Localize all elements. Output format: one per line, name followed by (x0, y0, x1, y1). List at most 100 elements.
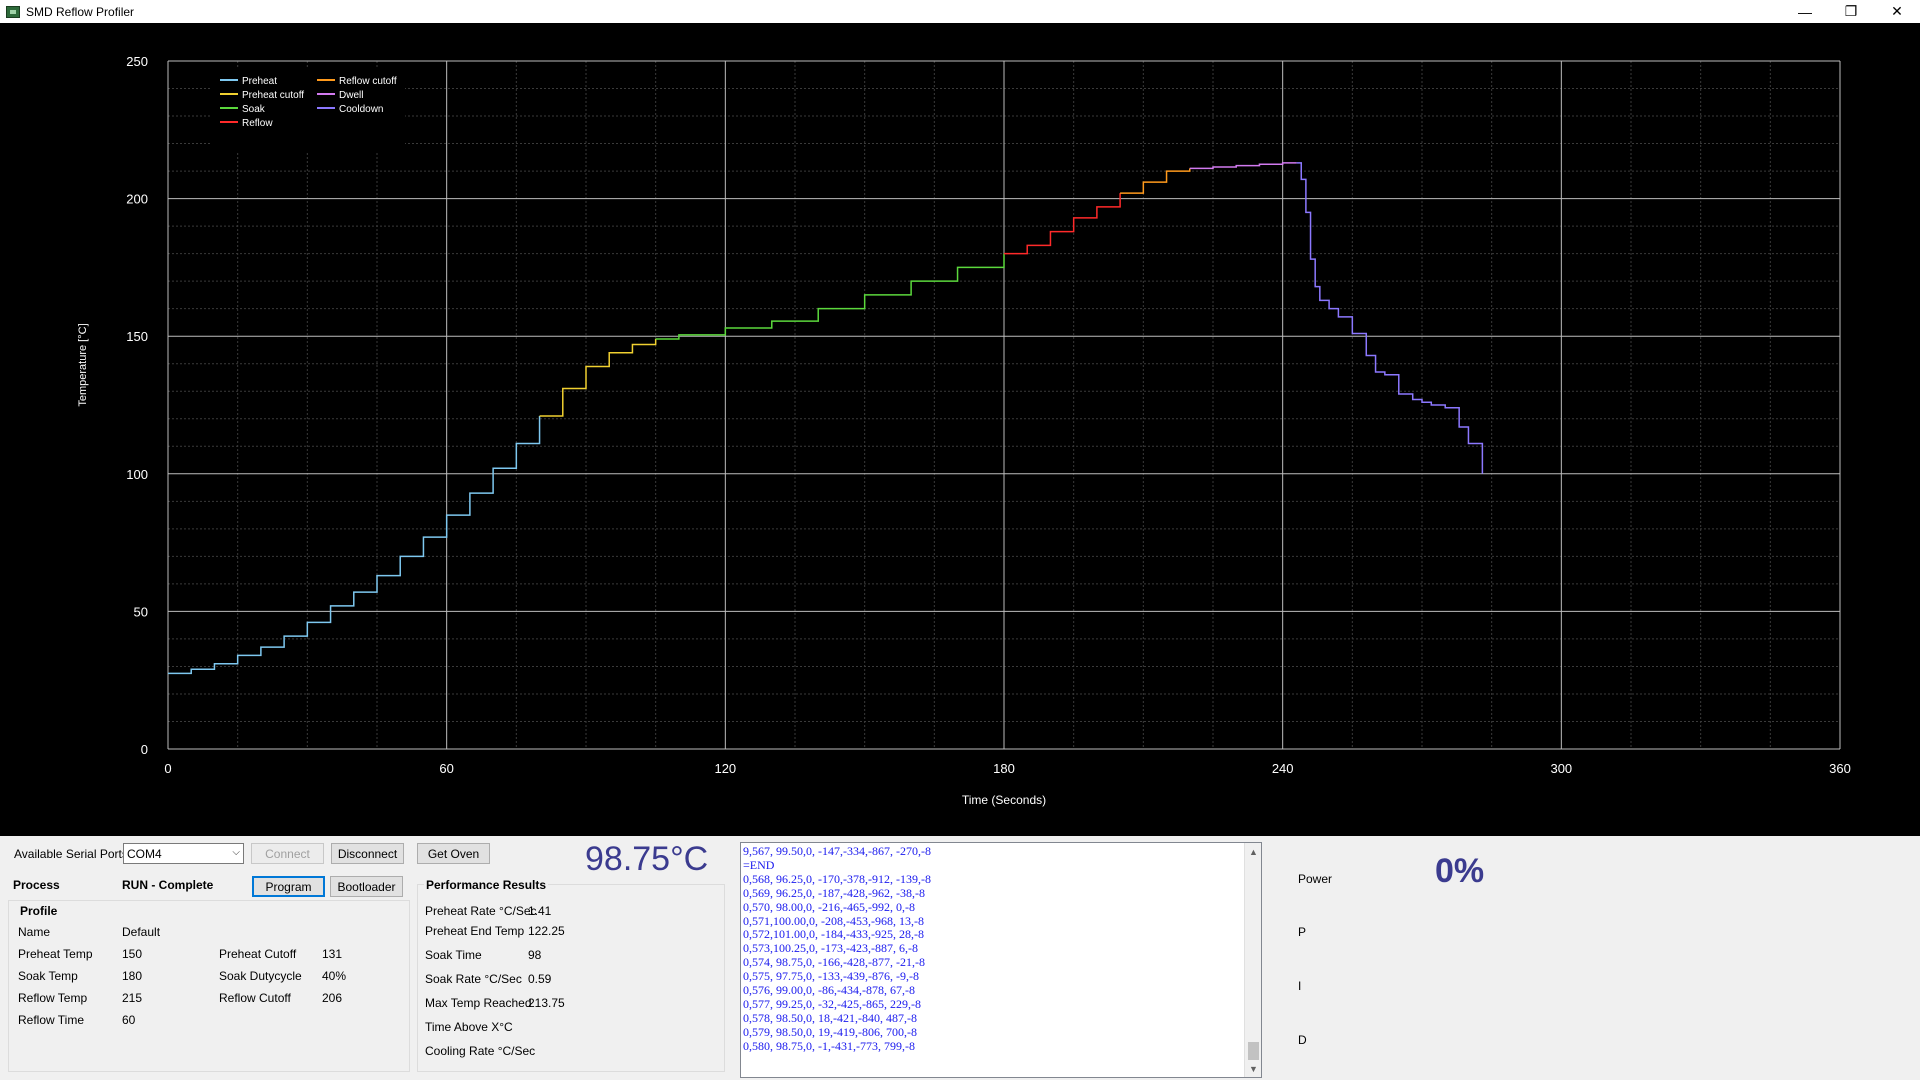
max-temp-label: Max Temp Reached (425, 996, 532, 1010)
reflow-temp-label: Reflow Temp (18, 991, 88, 1005)
series-line (1189, 162, 1297, 170)
log-line: =END (743, 857, 775, 872)
p-label: P (1298, 925, 1307, 939)
legend-label: Dwell (339, 90, 363, 101)
connect-button[interactable]: Connect (251, 843, 324, 864)
x-tick-label: 360 (1829, 761, 1851, 776)
process-label: Process (13, 878, 60, 892)
current-temperature: 98.75°C (585, 840, 709, 878)
bootloader-button[interactable]: Bootloader (330, 876, 403, 897)
series-line (1120, 168, 1191, 194)
legend-label: Reflow cutoff (339, 76, 397, 87)
serial-log[interactable]: 9,567, 99.50,0, -147,-334,-867, -270,-8 =… (740, 842, 1262, 1078)
soak-duty-label: Soak Dutycycle (219, 969, 302, 983)
legend-label: Preheat (242, 76, 277, 87)
reflow-temp-value: 215 (122, 991, 143, 1005)
chart-svg: 0 60 120 180 240 300 360 0 50 100 150 200 250 Time (S… (77, 54, 1851, 807)
reflow-time-label: Reflow Time (18, 1013, 85, 1027)
x-axis-label: Time (Seconds) (962, 793, 1046, 807)
process-status: RUN - Complete (122, 878, 214, 892)
maximize-button[interactable]: ❐ (1828, 0, 1874, 23)
x-tick-label: 180 (993, 761, 1015, 776)
get-oven-button[interactable]: Get Oven (417, 843, 490, 864)
x-tick-label: 60 (439, 761, 453, 776)
y-tick-label: 0 (141, 742, 148, 757)
y-tick-label: 50 (134, 604, 148, 619)
power-value: 0% (1435, 852, 1485, 890)
y-tick-label: 100 (126, 467, 148, 482)
log-lines: 9,567, 99.50,0, -147,-334,-867, -270,-8 =… (743, 844, 931, 1054)
log-line: 0,576, 99.00,0, -86,-434,-878, 67,-8 (743, 983, 915, 998)
reflow-cutoff-label: Reflow Cutoff (219, 991, 291, 1005)
close-button[interactable]: ✕ (1874, 0, 1920, 23)
serial-port-select[interactable]: COM4 ⌵ (123, 843, 244, 864)
legend-label: Cooldown (339, 104, 383, 115)
pid-panel: Power 0% P I D (1262, 836, 1920, 1080)
profile-name-value: Default (122, 925, 161, 939)
max-temp-value: 213.75 (528, 996, 565, 1010)
soak-temp-value: 180 (122, 969, 143, 983)
program-button[interactable]: Program (252, 876, 325, 897)
minimize-button[interactable]: — (1782, 0, 1828, 23)
legend-label: Preheat cutoff (242, 90, 304, 101)
reflow-cutoff-value: 206 (322, 991, 343, 1005)
soak-rate-label: Soak Rate °C/Sec (425, 972, 522, 986)
log-line: 0,571,100.00,0, -208,-453,-968, 13,-8 (743, 913, 924, 928)
i-label: I (1298, 979, 1302, 993)
preheat-cutoff-label: Preheat Cutoff (219, 947, 297, 961)
log-line: 9,567, 99.50,0, -147,-334,-867, -270,-8 (743, 844, 931, 858)
window-controls: — ❐ ✕ (1782, 0, 1920, 23)
performance-title: Performance Results (424, 878, 549, 892)
preheat-temp-value: 150 (122, 947, 143, 961)
serial-ports-label: Available Serial Ports (14, 847, 128, 861)
log-line: 0,569, 96.25,0, -187,-428,-962, -38,-8 (743, 885, 925, 900)
log-line: 0,579, 98.50,0, 19,-419,-806, 700,-8 (743, 1024, 917, 1039)
profile-title: Profile (18, 904, 60, 918)
soak-rate-value: 0.59 (528, 972, 552, 986)
x-tick-label: 0 (164, 761, 171, 776)
preheat-temp-label: Preheat Temp (18, 947, 93, 961)
log-scrollbar[interactable]: ▲ ▼ (1244, 843, 1261, 1077)
log-line: 0,568, 96.25,0, -170,-378,-912, -139,-8 (743, 871, 931, 886)
window-title: SMD Reflow Profiler (26, 4, 135, 19)
soak-duty-value: 40% (322, 969, 347, 983)
preheat-rate-label: Preheat Rate °C/Sec (425, 904, 537, 918)
x-tick-label: 120 (714, 761, 736, 776)
reflow-time-value: 60 (122, 1013, 136, 1027)
log-line: 0,578, 98.50,0, 18,-421,-840, 487,-8 (743, 1010, 917, 1025)
log-line: 0,572,101.00,0, -184,-433,-925, 28,-8 (743, 927, 924, 942)
control-panel: Available Serial Ports COM4 ⌵ Connect Di… (0, 836, 1920, 1080)
series-line (539, 338, 657, 417)
log-line: 0,577, 99.25,0, -32,-425,-865, 229,-8 (743, 996, 921, 1011)
preheat-rate-value: 1.41 (528, 904, 552, 918)
preheat-end-value: 122.25 (528, 924, 565, 938)
legend-label: Soak (242, 104, 266, 115)
preheat-end-label: Preheat End Temp (425, 924, 525, 938)
x-tick-label: 240 (1272, 761, 1294, 776)
power-label: Power (1298, 872, 1333, 886)
d-label: D (1298, 1033, 1307, 1047)
log-line: 0,573,100.25,0, -173,-423,-887, 6,-8 (743, 941, 918, 956)
log-line: 0,575, 97.75,0, -133,-439,-876, -9,-8 (743, 969, 919, 984)
scroll-up-icon[interactable]: ▲ (1245, 843, 1261, 860)
scroll-thumb[interactable] (1248, 1042, 1259, 1060)
disconnect-button[interactable]: Disconnect (331, 843, 404, 864)
log-line: 0,580, 98.75,0, -1,-431,-773, 799,-8 (743, 1038, 915, 1053)
title-bar: SMD Reflow Profiler — ❐ ✕ (0, 0, 1920, 23)
cooling-rate-label: Cooling Rate °C/Sec (425, 1044, 536, 1058)
series-line (1004, 193, 1121, 255)
log-line: 0,574, 98.75,0, -166,-428,-877, -21,-8 (743, 955, 925, 970)
profile-group (8, 900, 410, 1072)
soak-time-value: 98 (528, 948, 542, 962)
chevron-down-icon: ⌵ (232, 847, 240, 858)
y-tick-label: 250 (126, 54, 148, 69)
reflow-chart: 0 60 120 180 240 300 360 0 50 100 150 200 250 Time (S… (0, 23, 1920, 836)
y-tick-label: 200 (126, 192, 148, 207)
series-line (168, 416, 541, 675)
soak-time-label: Soak Time (425, 948, 482, 962)
serial-port-value: COM4 (127, 846, 162, 861)
profile-name-label: Name (18, 925, 51, 939)
app-icon (6, 5, 20, 18)
scroll-down-icon[interactable]: ▼ (1245, 1060, 1261, 1077)
legend-label: Reflow (242, 118, 273, 129)
